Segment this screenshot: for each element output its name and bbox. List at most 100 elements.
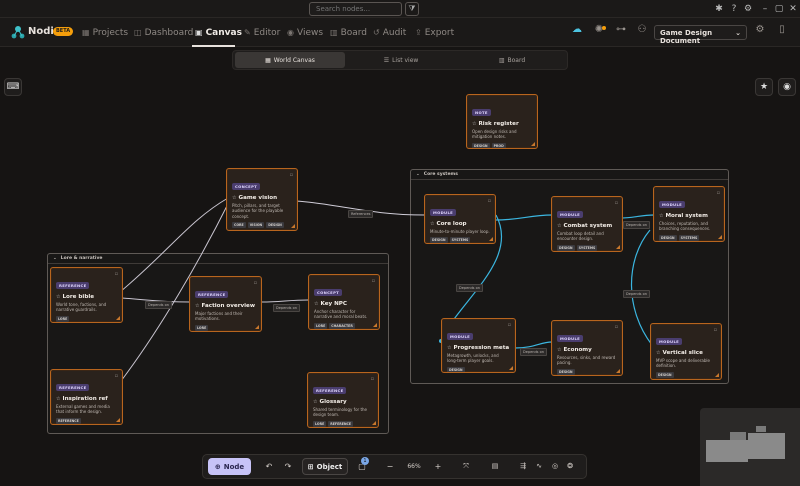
node-vertical-slice[interactable]: MODULE ▫ ☆ Vertical slice MVP scope and d… [650,323,722,380]
edge-label[interactable]: Depends on [145,301,172,309]
tag: DESIGN [557,368,575,375]
resize-handle[interactable] [116,418,120,422]
edge-label[interactable]: Depends on [623,221,650,229]
more-options-icon[interactable]: ▫ [115,271,118,277]
tag: DESIGN [472,142,490,148]
more-options-icon[interactable]: ▫ [615,200,618,206]
resize-handle[interactable] [116,316,120,320]
star-icon[interactable]: ☆ [313,399,317,405]
star-icon[interactable]: ☆ [56,396,60,402]
node-faction-overview[interactable]: REFERENCE ▫ ☆ Faction overview Major fact… [189,276,262,332]
star-icon[interactable]: ☆ [195,303,199,309]
node-economy[interactable]: MODULE ▫ ☆ Economy Resources, sinks, and … [551,320,623,376]
add-node-button[interactable]: ⊕ Node [208,458,251,475]
more-options-icon[interactable]: ▫ [371,376,374,382]
edge-npc-faction [261,299,309,303]
resize-handle[interactable] [616,369,620,373]
star-icon[interactable]: ☆ [430,221,434,227]
tag: DESIGN [266,221,284,228]
star-icon[interactable]: ☆ [557,347,561,353]
node-type-badge: REFERENCE [195,291,229,298]
star-icon[interactable]: ☆ [232,195,236,201]
resize-handle[interactable] [489,237,493,241]
resize-handle[interactable] [715,373,719,377]
node-core-loop[interactable]: MODULE ▫ ☆ Core loop Minute-to-minute pla… [424,194,496,244]
node-type-badge: REFERENCE [313,387,347,394]
star-icon[interactable]: ☆ [656,350,660,356]
node-combat-system[interactable]: MODULE ▫ ☆ Combat system Combat loop deta… [551,196,623,252]
star-icon[interactable]: ☆ [447,345,451,351]
minimap-node [756,426,766,432]
node-progression-meta[interactable]: MODULE ▫ ☆ Progression meta Metagrowth, u… [441,318,516,373]
node-description: Anchor character for narrative and moral… [314,309,368,320]
resize-handle[interactable] [373,323,377,327]
more-options-icon[interactable]: ▫ [714,327,717,333]
tag: LORE [314,322,328,329]
edge-label[interactable]: References [348,210,374,218]
align-icon[interactable]: ⇶ [516,459,530,474]
node-risk-register[interactable]: NOTE ☆ Risk register Open design risks an… [466,94,538,149]
fit-view-icon[interactable]: ⤧ [459,459,473,474]
layers-count-badge: 1 [361,457,369,465]
resize-handle[interactable] [616,245,620,249]
more-options-icon[interactable]: ▫ [372,278,375,284]
node-glossary[interactable]: REFERENCE ▫ ☆ Glossary Shared terminology… [307,372,379,428]
star-icon[interactable]: ☆ [557,223,561,229]
node-type-badge: CONCEPT [232,183,261,190]
more-options-icon[interactable]: ▫ [615,324,618,330]
node-game-vision[interactable]: CONCEPT ▫ ☆ Game vision Pitch, pillars, a… [226,168,298,231]
grid-toggle-icon[interactable]: ▤ [488,459,502,474]
node-type-badge: MODULE [659,201,686,208]
zoom-out-icon[interactable]: − [383,459,397,474]
resize-handle[interactable] [255,325,259,329]
node-type-badge: CONCEPT [314,289,343,296]
resize-handle[interactable] [531,142,535,146]
edge-label[interactable]: Depends on [456,284,483,292]
node-title: Glossary [319,399,347,405]
node-description: Pitch, pillars, and target audience for … [232,203,284,219]
target-icon[interactable]: ◎ [548,459,562,474]
star-icon[interactable]: ☆ [472,121,476,127]
palette-icon[interactable]: ❂ [563,459,577,474]
tag: REFERENCE [56,417,81,424]
node-title: Moral system [665,213,708,219]
minimap[interactable] [700,408,800,486]
star-icon[interactable]: ☆ [314,301,318,307]
tag: SYSTEMS [576,244,598,251]
edge-label[interactable]: Depends on [273,304,300,312]
node-title: Lore bible [62,294,95,300]
node-moral-system[interactable]: MODULE ▫ ☆ Moral system Choices, reputati… [653,186,725,242]
zoom-in-icon[interactable]: + [431,459,445,474]
star-icon[interactable]: ☆ [56,294,60,300]
trend-icon[interactable]: ∿ [532,459,546,474]
object-button[interactable]: ⊞ Object [302,458,348,475]
node-title: Progression meta [453,345,510,351]
resize-handle[interactable] [291,224,295,228]
star-icon[interactable]: ☆ [659,213,663,219]
minimap-node [748,433,785,459]
resize-handle[interactable] [372,421,376,425]
more-options-icon[interactable]: ▫ [717,190,720,196]
more-options-icon[interactable]: ▫ [254,280,257,286]
zoom-level: 66% [407,463,421,470]
node-title: Inspiration ref [62,396,108,402]
resize-handle[interactable] [718,235,722,239]
node-key-npc[interactable]: CONCEPT ▫ ☆ Key NPC Anchor character for … [308,274,380,330]
node-lore-bible[interactable]: REFERENCE ▫ ☆ Lore bible World tone, fact… [50,267,123,323]
tag: PROD [491,142,506,148]
resize-handle[interactable] [509,366,513,370]
edge-coreloop-combat [495,214,553,221]
more-options-icon[interactable]: ▫ [508,322,511,328]
edge-label[interactable]: Depends on [520,348,547,356]
tag: DESIGN [430,237,448,243]
edge-label[interactable]: Depends on [623,290,650,298]
undo-icon[interactable]: ↶ [262,459,276,474]
edge-moral-vslice [630,229,653,346]
more-options-icon[interactable]: ▫ [115,373,118,379]
node-inspiration-ref[interactable]: REFERENCE ▫ ☆ Inspiration ref External ga… [50,369,123,425]
more-options-icon[interactable]: ▫ [290,172,293,178]
redo-icon[interactable]: ↷ [281,459,295,474]
node-title: Core loop [436,221,467,227]
edge-combat-moral [619,214,655,219]
more-options-icon[interactable]: ▫ [488,198,491,204]
